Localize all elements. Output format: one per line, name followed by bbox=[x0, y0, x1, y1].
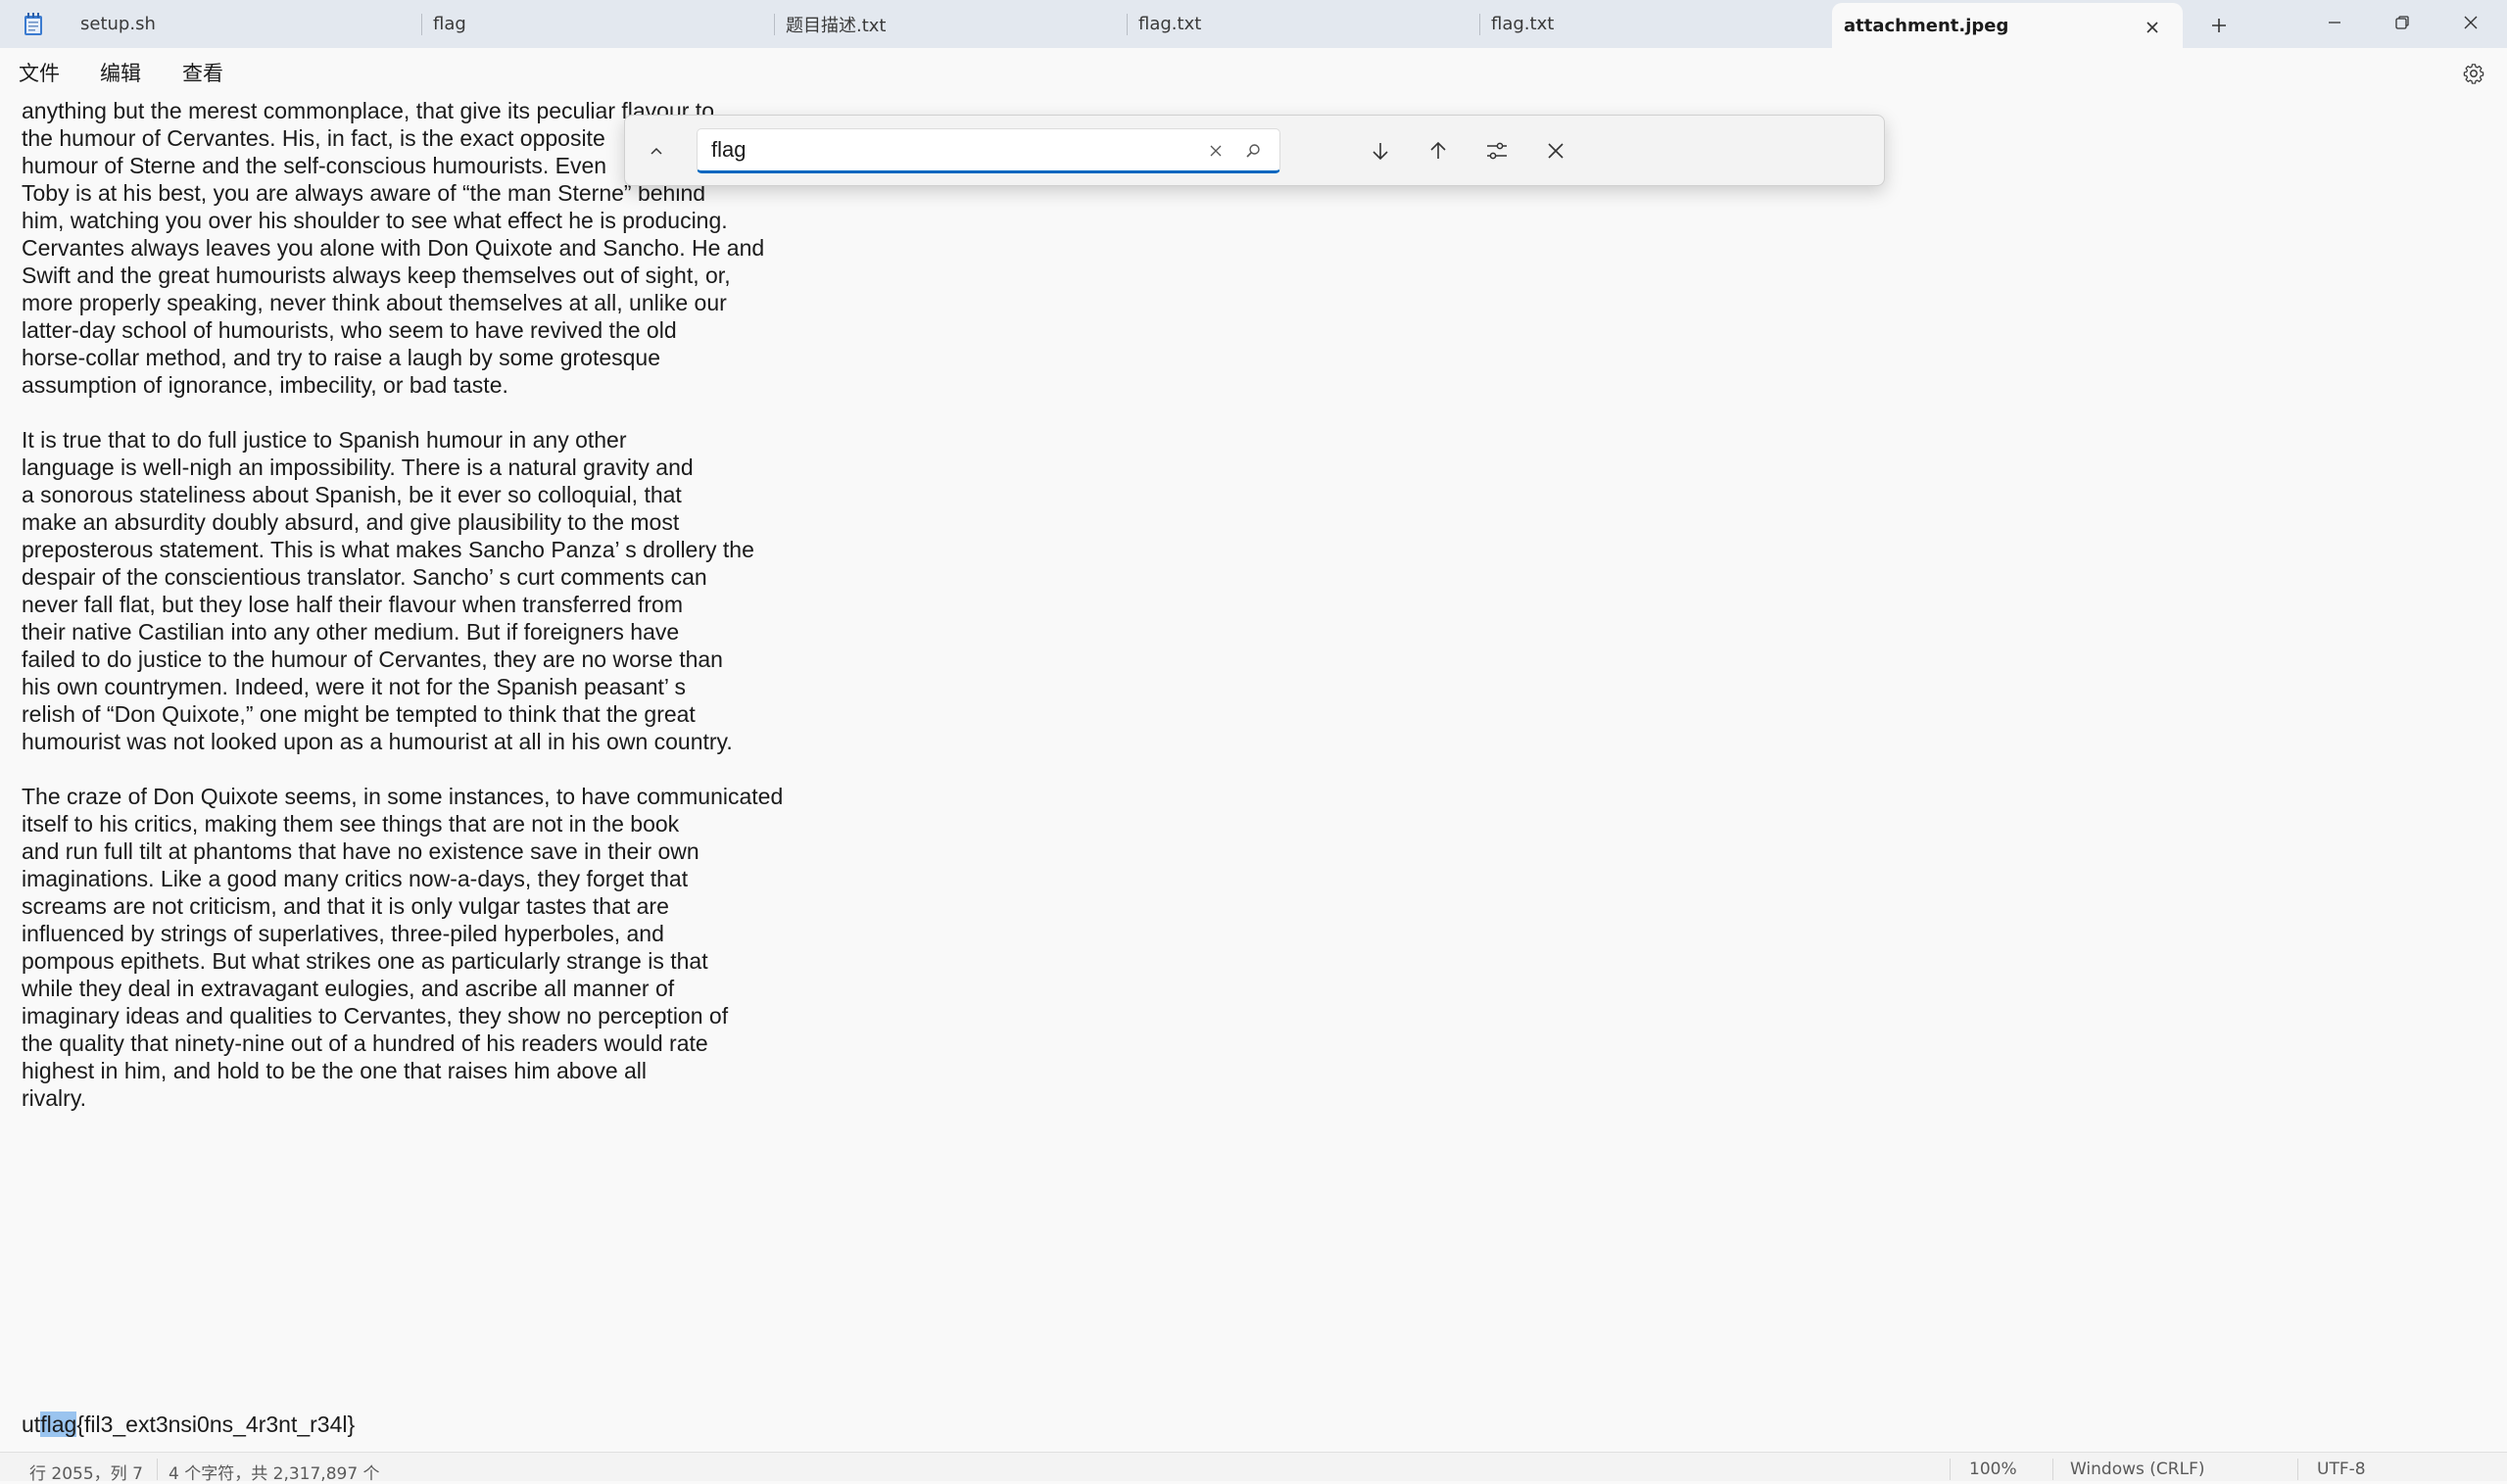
text-line: make an absurdity doubly absurd, and giv… bbox=[22, 509, 680, 535]
text-line: screams are not criticism, and that it i… bbox=[22, 893, 669, 919]
text-line: rivalry. bbox=[22, 1085, 87, 1111]
text-line bbox=[22, 755, 783, 783]
selection-count: 4 个字符，共 2,317,897 个 bbox=[169, 1464, 380, 1484]
text-line: imaginary ideas and qualities to Cervant… bbox=[22, 1003, 729, 1029]
search-options-sliders-icon[interactable] bbox=[1477, 131, 1517, 170]
text-line: latter-day school of humourists, who see… bbox=[22, 317, 677, 343]
text-line: pompous epithets. But what strikes one a… bbox=[22, 948, 708, 974]
text-line: highest in him, and hold to be the one t… bbox=[22, 1058, 648, 1083]
text-line: preposterous statement. This is what mak… bbox=[22, 537, 754, 562]
text-line: their native Castilian into any other me… bbox=[22, 619, 680, 645]
text-line: while they deal in extravagant eulogies,… bbox=[22, 976, 675, 1001]
zoom-level[interactable]: 100% bbox=[1969, 1460, 2017, 1479]
document-text: anything but the merest commonplace, tha… bbox=[22, 97, 783, 1112]
tab-label: flag.txt bbox=[1138, 14, 1202, 34]
text-line: failed to do justice to the humour of Ce… bbox=[22, 646, 723, 672]
find-bar bbox=[624, 115, 1885, 186]
menu-bar: 文件 编辑 查看 bbox=[0, 48, 2507, 97]
find-previous-arrow-up-icon[interactable] bbox=[1419, 131, 1458, 170]
text-line: despair of the conscientious translator.… bbox=[22, 564, 707, 590]
status-divider bbox=[2052, 1459, 2053, 1480]
text-line: imaginations. Like a good many critics n… bbox=[22, 866, 689, 891]
notepad-app-icon bbox=[24, 13, 43, 36]
tab-label: flag.txt bbox=[1491, 14, 1555, 34]
restore-button[interactable] bbox=[2369, 0, 2435, 44]
text-line: and run full tilt at phantoms that have … bbox=[22, 838, 699, 864]
text-line: humourist was not looked upon as a humou… bbox=[22, 729, 733, 754]
new-tab-button[interactable] bbox=[2201, 8, 2237, 43]
status-divider bbox=[157, 1459, 158, 1480]
text-line: Swift and the great humourists always ke… bbox=[22, 263, 731, 288]
tab-flag-txt-2[interactable]: flag.txt bbox=[1479, 0, 1832, 48]
text-line: The craze of Don Quixote seems, in some … bbox=[22, 784, 784, 809]
cursor-position: 行 2055，列 7 bbox=[29, 1464, 143, 1484]
menu-file[interactable]: 文件 bbox=[19, 58, 60, 87]
text-line: Cervantes always leaves you alone with D… bbox=[22, 235, 765, 261]
flag-prefix: ut bbox=[22, 1412, 41, 1437]
text-line: a sonorous stateliness about Spanish, be… bbox=[22, 482, 682, 507]
settings-gear-icon[interactable] bbox=[2459, 59, 2488, 88]
search-icon[interactable] bbox=[1239, 137, 1267, 165]
tab-flag-txt-1[interactable]: flag.txt bbox=[1127, 0, 1479, 48]
find-input[interactable] bbox=[698, 129, 1197, 170]
text-line: the quality that ninety-nine out of a hu… bbox=[22, 1030, 708, 1056]
status-divider bbox=[1950, 1459, 1951, 1480]
tab-bar: setup.sh flag 题目描述.txt flag.txt flag.txt… bbox=[0, 0, 2507, 48]
search-match-highlight: flag bbox=[40, 1412, 77, 1437]
text-line: It is true that to do full justice to Sp… bbox=[22, 427, 627, 453]
clear-search-icon[interactable] bbox=[1202, 137, 1229, 165]
text-line: assumption of ignorance, imbecility, or … bbox=[22, 372, 508, 398]
line-ending[interactable]: Windows (CRLF) bbox=[2070, 1460, 2205, 1479]
tab-label: setup.sh bbox=[80, 14, 156, 34]
text-line: horse-collar method, and try to raise a … bbox=[22, 345, 661, 370]
tab-description-txt[interactable]: 题目描述.txt bbox=[774, 0, 1127, 48]
tab-attachment-jpeg[interactable]: attachment.jpeg bbox=[1832, 3, 2183, 48]
text-line: never fall flat, but they lose half thei… bbox=[22, 592, 683, 617]
tab-label: flag bbox=[433, 14, 466, 34]
status-bar: 行 2055，列 7 4 个字符，共 2,317,897 个 100% Wind… bbox=[0, 1452, 2507, 1484]
menu-view[interactable]: 查看 bbox=[182, 58, 223, 87]
toggle-replace-chevron-up-icon[interactable] bbox=[639, 133, 674, 168]
minimize-button[interactable] bbox=[2301, 0, 2368, 44]
text-editor-area[interactable]: anything but the merest commonplace, tha… bbox=[0, 97, 2507, 1452]
status-divider bbox=[2297, 1459, 2298, 1480]
flag-text-line: utflag{fil3_ext3nsi0ns_4r3nt_r34l} bbox=[22, 1411, 355, 1438]
menu-edit[interactable]: 编辑 bbox=[100, 58, 141, 87]
find-input-container bbox=[697, 128, 1280, 173]
text-line: his own countrymen. Indeed, were it not … bbox=[22, 674, 687, 699]
tab-label: attachment.jpeg bbox=[1844, 15, 2009, 36]
find-next-arrow-down-icon[interactable] bbox=[1361, 131, 1400, 170]
text-line: language is well-nigh an impossibility. … bbox=[22, 455, 694, 480]
flag-suffix: {fil3_ext3nsi0ns_4r3nt_r34l} bbox=[76, 1412, 356, 1437]
text-line: more properly speaking, never think abou… bbox=[22, 290, 727, 315]
text-line bbox=[22, 399, 783, 426]
text-line: influenced by strings of superlatives, t… bbox=[22, 921, 664, 946]
tab-flag[interactable]: flag bbox=[421, 0, 774, 48]
text-line: itself to his critics, making them see t… bbox=[22, 811, 680, 837]
close-window-button[interactable] bbox=[2437, 0, 2504, 44]
close-tab-icon[interactable] bbox=[2140, 15, 2165, 40]
text-line: relish of “Don Quixote,” one might be te… bbox=[22, 701, 696, 727]
tab-setup-sh[interactable]: setup.sh bbox=[69, 0, 421, 48]
close-find-icon[interactable] bbox=[1536, 131, 1575, 170]
tab-label: 题目描述.txt bbox=[786, 15, 887, 36]
file-encoding[interactable]: UTF-8 bbox=[2317, 1460, 2366, 1479]
text-line: him, watching you over his shoulder to s… bbox=[22, 208, 728, 233]
